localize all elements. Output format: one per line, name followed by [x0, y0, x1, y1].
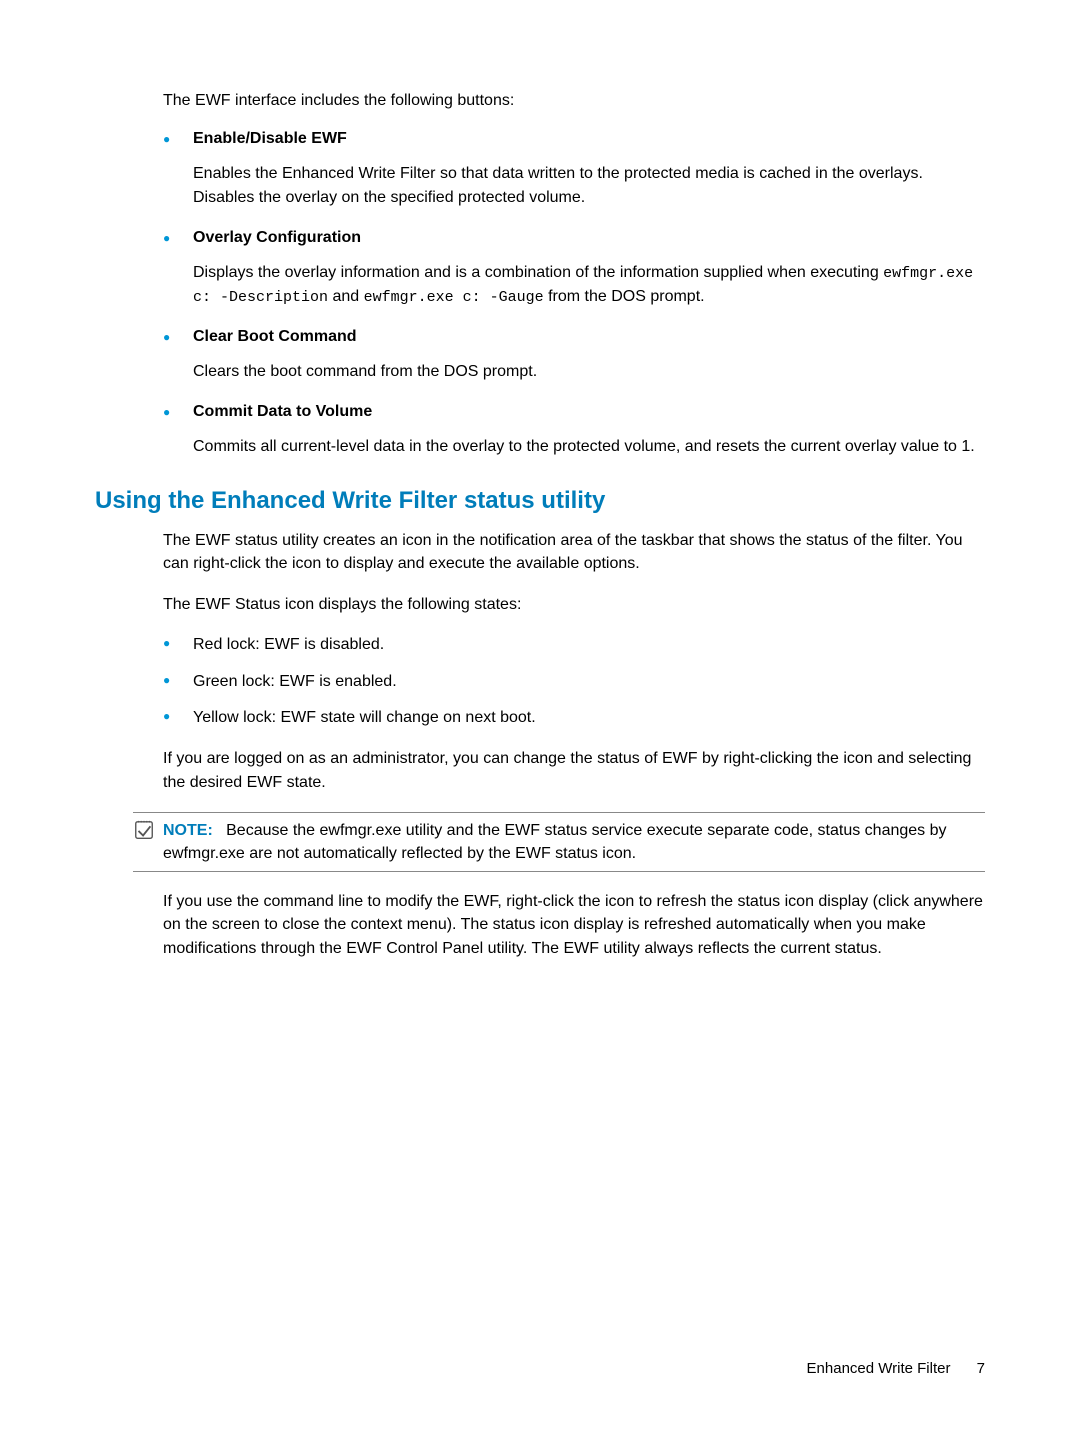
state-list: Red lock: EWF is disabled. Green lock: E…	[163, 634, 985, 729]
note-icon	[133, 819, 155, 841]
section-heading: Using the Enhanced Write Filter status u…	[95, 487, 985, 515]
desc-pre: Displays the overlay information and is …	[193, 264, 883, 281]
item-description: Displays the overlay information and is …	[193, 261, 985, 309]
note-content: NOTE: Because the ewfmgr.exe utility and…	[133, 819, 985, 865]
list-item: Clear Boot Command Clears the boot comma…	[163, 328, 985, 383]
list-item: Overlay Configuration Displays the overl…	[163, 229, 985, 309]
list-item: Red lock: EWF is disabled.	[163, 634, 985, 656]
list-item: Commit Data to Volume Commits all curren…	[163, 403, 985, 458]
item-description: Commits all current-level data in the ov…	[193, 435, 985, 458]
item-title: Overlay Configuration	[193, 229, 361, 246]
item-description: Clears the boot command from the DOS pro…	[193, 360, 985, 383]
note-box: NOTE: Because the ewfmgr.exe utility and…	[133, 812, 985, 872]
item-description: Enables the Enhanced Write Filter so tha…	[193, 162, 985, 208]
code-snippet: ewfmgr.exe c: -Gauge	[364, 289, 544, 306]
note-text: Because the ewfmgr.exe utility and the E…	[163, 822, 947, 862]
intro-paragraph: The EWF interface includes the following…	[163, 90, 985, 112]
item-title: Enable/Disable EWF	[193, 130, 347, 147]
paragraph: If you are logged on as an administrator…	[163, 747, 985, 793]
footer-section-title: Enhanced Write Filter	[807, 1360, 951, 1377]
paragraph: The EWF status utility creates an icon i…	[163, 529, 985, 575]
list-item: Green lock: EWF is enabled.	[163, 671, 985, 693]
note-label: NOTE:	[163, 822, 213, 839]
content-block: The EWF interface includes the following…	[163, 90, 985, 459]
page-footer: Enhanced Write Filter 7	[807, 1360, 985, 1377]
list-item: Yellow lock: EWF state will change on ne…	[163, 707, 985, 729]
button-list: Enable/Disable EWF Enables the Enhanced …	[163, 130, 985, 458]
document-page: The EWF interface includes the following…	[0, 0, 1080, 1437]
desc-post: from the DOS prompt.	[544, 288, 705, 305]
desc-mid: and	[328, 288, 364, 305]
page-number: 7	[977, 1360, 985, 1377]
paragraph: The EWF Status icon displays the followi…	[163, 593, 985, 616]
item-title: Clear Boot Command	[193, 328, 357, 345]
list-item: Enable/Disable EWF Enables the Enhanced …	[163, 130, 985, 208]
section-body: The EWF status utility creates an icon i…	[163, 529, 985, 960]
item-title: Commit Data to Volume	[193, 403, 372, 420]
paragraph: If you use the command line to modify th…	[163, 890, 985, 960]
